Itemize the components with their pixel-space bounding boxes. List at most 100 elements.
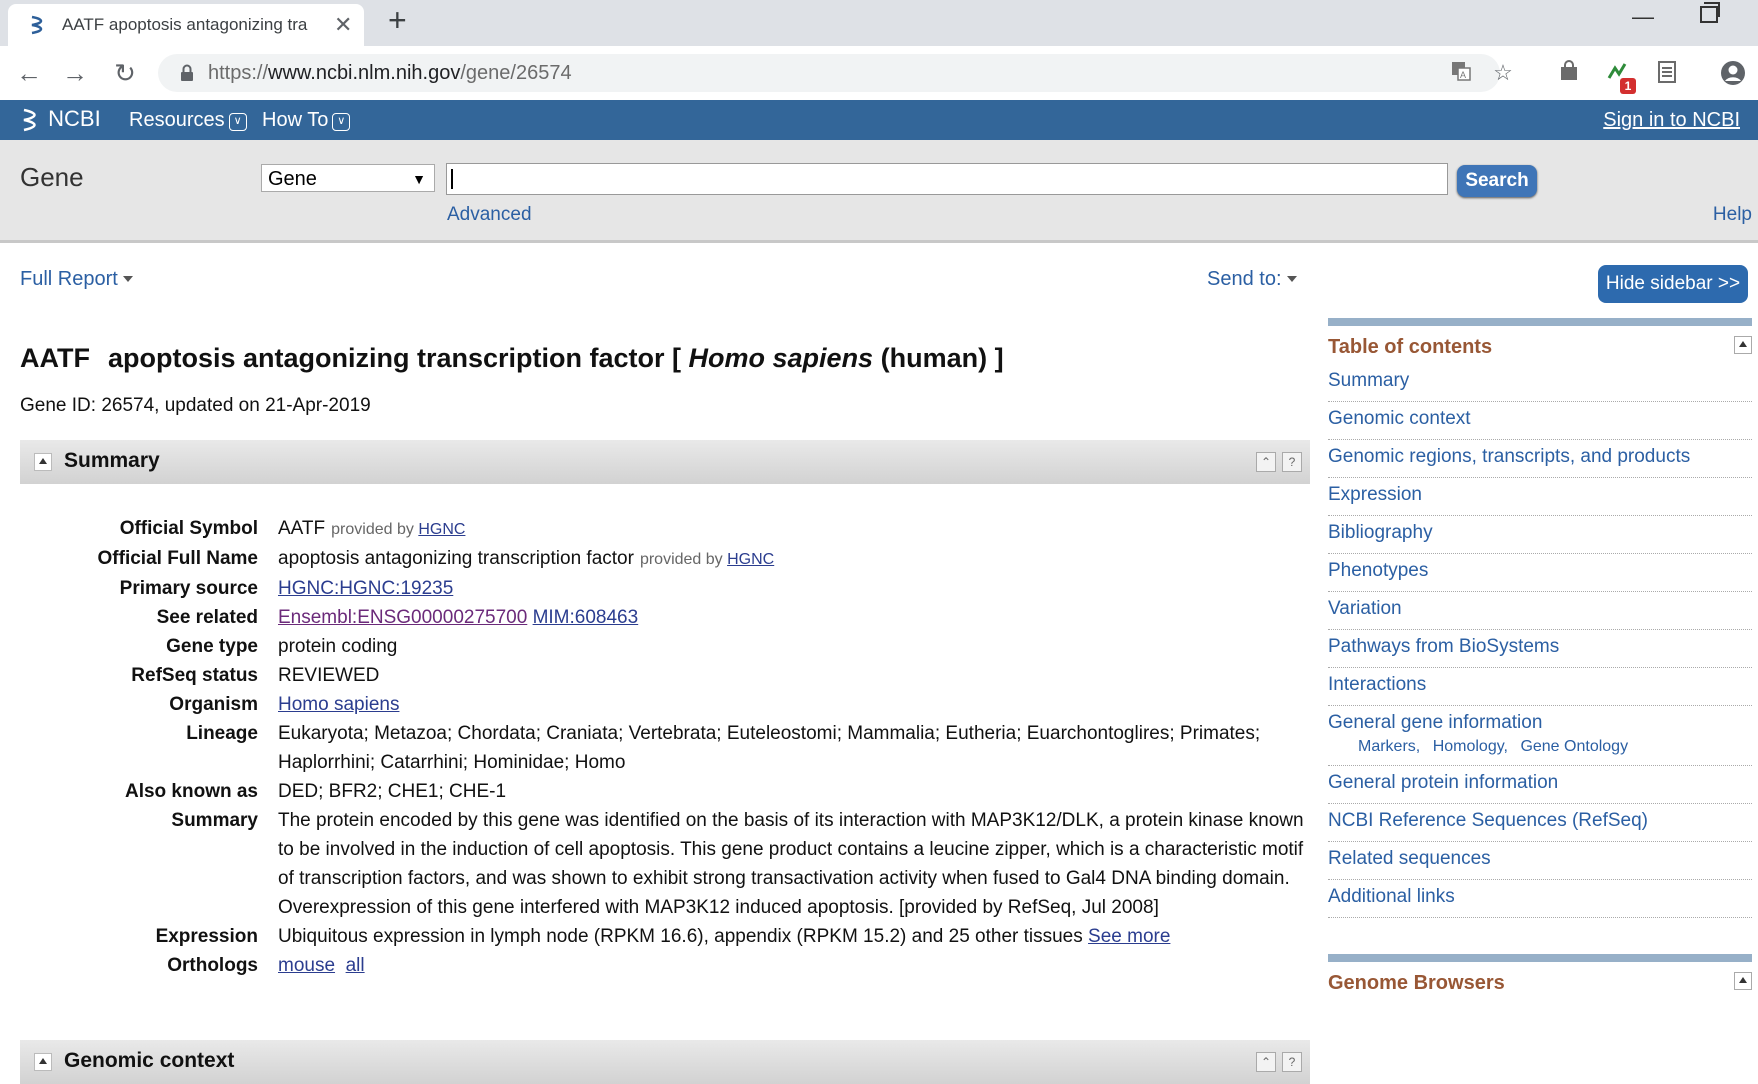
toc-item-interactions[interactable]: Interactions bbox=[1328, 668, 1752, 706]
label: Summary bbox=[171, 810, 258, 831]
value: Eukaryota; Metazoa; Chordata; Craniata; … bbox=[278, 723, 1261, 773]
toc-sub-gene-ontology[interactable]: Gene Ontology bbox=[1520, 738, 1628, 755]
value: REVIEWED bbox=[278, 665, 380, 686]
row-official-full-name: Official Full Name apoptosis antagonizin… bbox=[20, 544, 1310, 574]
toc-item-phenotypes[interactable]: Phenotypes bbox=[1328, 554, 1752, 592]
hgnc-link[interactable]: HGNC bbox=[727, 551, 774, 568]
toc-item-expression[interactable]: Expression bbox=[1328, 478, 1752, 516]
table-of-contents: Table of contents Summary Genomic contex… bbox=[1328, 318, 1752, 918]
ncbi-logo-text: NCBI bbox=[48, 106, 101, 131]
official-full-name: apoptosis antagonizing transcription fac… bbox=[278, 548, 634, 569]
toc-item-related-sequences[interactable]: Related sequences bbox=[1328, 842, 1752, 880]
toc-item-summary[interactable]: Summary bbox=[1328, 364, 1752, 402]
genomic-context-section-header[interactable]: Genomic context ⌃ ? bbox=[20, 1040, 1310, 1084]
full-report-menu[interactable]: Full Report bbox=[20, 268, 133, 291]
label: RefSeq status bbox=[131, 665, 258, 686]
page-top-icon[interactable]: ⌃ bbox=[1256, 1052, 1276, 1072]
value: Homo sapiens bbox=[278, 690, 1308, 719]
value: protein coding bbox=[278, 636, 398, 657]
translate-icon[interactable]: A bbox=[1448, 60, 1474, 86]
genome-browsers-title: Genome Browsers bbox=[1328, 972, 1505, 994]
ortholog-mouse-link[interactable]: mouse bbox=[278, 955, 335, 976]
hgnc-link[interactable]: HGNC bbox=[418, 521, 465, 538]
collapse-toggle-icon[interactable] bbox=[1734, 972, 1752, 990]
search-button[interactable]: Search bbox=[1457, 165, 1537, 197]
browser-toolbar: ← → ↻ https://www.ncbi.nlm.nih.gov/gene/… bbox=[0, 46, 1758, 101]
value: Ensembl:ENSG00000275700 MIM:608463 bbox=[278, 603, 1308, 632]
toc-item-general-protein-info[interactable]: General protein information bbox=[1328, 766, 1752, 804]
database-select[interactable]: Gene ▼ bbox=[261, 164, 435, 192]
provided-by-text: provided by bbox=[331, 521, 414, 538]
chevron-down-icon: ∨ bbox=[332, 113, 351, 131]
toc-sub-markers[interactable]: Markers, bbox=[1358, 738, 1420, 755]
advanced-search-link[interactable]: Advanced bbox=[447, 204, 532, 226]
address-bar[interactable]: https://www.ncbi.nlm.nih.gov/gene/26574 … bbox=[158, 54, 1513, 92]
label: Primary source bbox=[119, 578, 258, 599]
toc-title: Table of contents bbox=[1328, 336, 1493, 358]
toc-item-label: General gene information bbox=[1328, 712, 1543, 733]
bookmark-star-icon[interactable]: ☆ bbox=[1490, 60, 1516, 86]
value: mouse all bbox=[278, 951, 1308, 980]
toc-item-genomic-regions[interactable]: Genomic regions, transcripts, and produc… bbox=[1328, 440, 1752, 478]
reload-icon[interactable]: ↻ bbox=[106, 54, 144, 92]
lock-icon bbox=[181, 64, 193, 81]
label: Official Full Name bbox=[97, 548, 258, 569]
tab-title: AATF apoptosis antagonizing tra bbox=[62, 15, 308, 34]
expression-text: Ubiquitous expression in lymph node (RPK… bbox=[278, 926, 1083, 947]
help-question-icon[interactable]: ? bbox=[1282, 1052, 1302, 1072]
shopping-bag-icon[interactable] bbox=[1556, 60, 1582, 86]
collapse-toggle-icon[interactable] bbox=[34, 1053, 52, 1071]
toc-item-genomic-context[interactable]: Genomic context bbox=[1328, 402, 1752, 440]
toc-sub-homology[interactable]: Homology, bbox=[1433, 738, 1508, 755]
toc-item-pathways[interactable]: Pathways from BioSystems bbox=[1328, 630, 1752, 668]
toc-item-general-gene-info[interactable]: General gene information Markers, Homolo… bbox=[1328, 706, 1752, 766]
send-to-label: Send to: bbox=[1207, 268, 1282, 290]
window-restore-button[interactable] bbox=[1700, 2, 1720, 23]
row-refseq-status: RefSeq status REVIEWED bbox=[20, 661, 1310, 690]
collapse-toggle-icon[interactable] bbox=[1734, 336, 1752, 354]
row-organism: Organism Homo sapiens bbox=[20, 690, 1310, 719]
how-to-menu[interactable]: How To ∨ bbox=[262, 109, 351, 132]
primary-source-link[interactable]: HGNC:HGNC:19235 bbox=[278, 578, 453, 599]
send-to-menu[interactable]: Send to: bbox=[1207, 268, 1297, 291]
toc-item-refseq[interactable]: NCBI Reference Sequences (RefSeq) bbox=[1328, 804, 1752, 842]
hide-sidebar-button[interactable]: Hide sidebar >> bbox=[1598, 265, 1748, 303]
help-link[interactable]: Help bbox=[1713, 204, 1752, 226]
dropdown-arrow-icon: ▼ bbox=[412, 171, 426, 187]
database-title: Gene bbox=[20, 162, 84, 192]
ensembl-link[interactable]: Ensembl:ENSG00000275700 bbox=[278, 607, 527, 628]
page-top-icon[interactable]: ⌃ bbox=[1256, 452, 1276, 472]
see-more-link[interactable]: See more bbox=[1088, 926, 1170, 947]
forward-arrow-icon[interactable]: → bbox=[56, 54, 94, 92]
ncbi-helix-icon bbox=[31, 15, 43, 35]
value: DED; BFR2; CHE1; CHE-1 bbox=[278, 781, 507, 802]
toc-item-variation[interactable]: Variation bbox=[1328, 592, 1752, 630]
new-tab-button[interactable]: + bbox=[388, 4, 407, 36]
window-minimize-button[interactable]: — bbox=[1632, 4, 1654, 30]
collapse-toggle-icon[interactable] bbox=[34, 453, 52, 471]
sidebar: Table of contents Summary Genomic contex… bbox=[1328, 318, 1752, 1000]
ncbi-logo[interactable]: NCBI bbox=[20, 106, 101, 133]
help-question-icon[interactable]: ? bbox=[1282, 452, 1302, 472]
back-arrow-icon[interactable]: ← bbox=[10, 54, 48, 92]
url-prefix: https:// bbox=[208, 62, 269, 84]
value: AATF provided by HGNC bbox=[278, 514, 1308, 544]
toc-item-bibliography[interactable]: Bibliography bbox=[1328, 516, 1752, 554]
sign-in-link[interactable]: Sign in to NCBI bbox=[1603, 109, 1740, 132]
organism-link[interactable]: Homo sapiens bbox=[278, 694, 399, 715]
species-name: Homo sapiens bbox=[688, 343, 874, 373]
toc-item-additional-links[interactable]: Additional links bbox=[1328, 880, 1752, 918]
search-input[interactable] bbox=[446, 163, 1448, 195]
resources-menu[interactable]: Resources ∨ bbox=[129, 109, 247, 132]
summary-section-header[interactable]: Summary ⌃ ? bbox=[20, 440, 1310, 484]
toc-sublinks: Markers, Homology, Gene Ontology bbox=[1358, 738, 1752, 756]
mim-link[interactable]: MIM:608463 bbox=[533, 607, 639, 628]
profile-avatar-icon[interactable] bbox=[1720, 60, 1746, 86]
ortholog-all-link[interactable]: all bbox=[346, 955, 365, 976]
ncbi-header: NCBI Resources ∨ How To ∨ Sign in to NCBI bbox=[0, 100, 1758, 140]
value: The protein encoded by this gene was ide… bbox=[278, 810, 1304, 918]
browser-tab[interactable]: AATF apoptosis antagonizing tra ✕ bbox=[8, 4, 364, 46]
caret-down-icon bbox=[1286, 276, 1297, 282]
reader-page-icon[interactable] bbox=[1654, 60, 1680, 86]
tab-close-icon[interactable]: ✕ bbox=[334, 12, 352, 38]
